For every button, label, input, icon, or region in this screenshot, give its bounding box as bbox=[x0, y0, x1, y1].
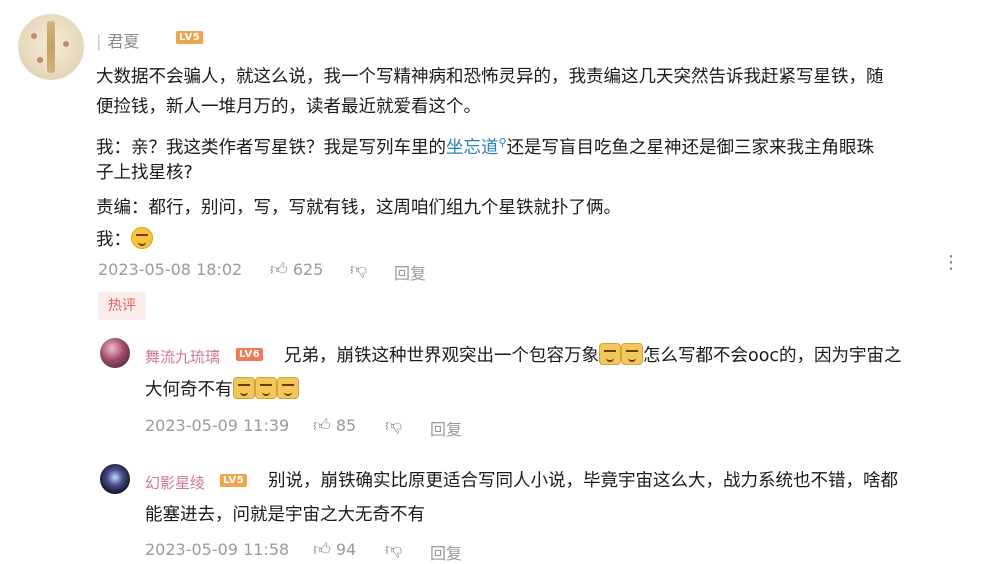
reply-line: 大何奇不有 bbox=[145, 377, 299, 402]
reply-line: 别说，崩铁确实比原更适合写同人小说，毕竟宇宙这么大，战力系统也不错，啥都 bbox=[268, 471, 898, 491]
level-badge: LV5 bbox=[220, 474, 248, 487]
more-vertical-icon[interactable]: ⋮ bbox=[942, 252, 960, 273]
comment-text: 我： bbox=[96, 230, 131, 250]
thumbs-up-icon: 👍︎ bbox=[313, 416, 331, 436]
username[interactable]: | 君夏 bbox=[96, 28, 139, 52]
comment-text: 我：亲？我这类作者写星铁？我是写列车里的 bbox=[96, 137, 446, 158]
dog-emoji-icon bbox=[599, 343, 621, 365]
dog-emoji-icon bbox=[276, 377, 299, 399]
comment-line: 责编：都行，别问，写，写就有钱，这周咱们组九个星铁就扑了俩。 bbox=[96, 198, 621, 218]
dislike-button[interactable]: 👎︎ bbox=[350, 259, 367, 280]
thumbs-up-icon: 👍︎ bbox=[270, 260, 288, 280]
timestamp: 2023-05-09 11:58 bbox=[145, 540, 290, 559]
like-button[interactable]: 👍︎ 94 bbox=[313, 539, 356, 560]
laughing-emoji-icon bbox=[131, 227, 153, 249]
reply-text: 大何奇不有 bbox=[145, 380, 233, 400]
reply-text: 兄弟，崩铁这种世界观突出一个包容万象 bbox=[284, 346, 599, 366]
comment-line: 我： bbox=[96, 227, 153, 252]
comment-line: 子上找星核? bbox=[96, 163, 193, 183]
comment-line: 便捡钱，新人一堆月万的，读者最近就爱看这个。 bbox=[96, 97, 481, 117]
username[interactable]: 幻影星绫 bbox=[145, 472, 205, 493]
avatar[interactable] bbox=[18, 14, 84, 80]
comment-text: 还是写盲目吃鱼之星神还是御三家来我主角眼珠 bbox=[506, 137, 875, 158]
divider: | bbox=[96, 32, 102, 51]
thumbs-down-icon: 👎︎ bbox=[350, 260, 368, 280]
search-link[interactable]: 坐忘道 bbox=[446, 138, 499, 158]
reply-button[interactable]: 回复 bbox=[430, 416, 462, 440]
dog-emoji-icon bbox=[621, 343, 643, 365]
level-badge: LV6 bbox=[236, 348, 264, 361]
search-icon[interactable]: ⚲ bbox=[499, 136, 507, 149]
reply-button[interactable]: 回复 bbox=[394, 260, 426, 284]
dislike-button[interactable]: 👎︎ bbox=[385, 415, 402, 436]
comment-line: 我：亲？我这类作者写星铁？我是写列车里的坐忘道⚲还是写盲目吃鱼之星神还是御三家来… bbox=[96, 131, 874, 160]
thumbs-down-icon: 👎︎ bbox=[385, 416, 403, 436]
dog-emoji-icon bbox=[254, 377, 277, 399]
comment-line: 大数据不会骗人，就这么说，我一个写精神病和恐怖灵异的，我责编这几天突然告诉我赶紧… bbox=[96, 67, 884, 87]
like-count: 94 bbox=[335, 540, 357, 559]
hot-comments-label: 热评 bbox=[98, 292, 146, 320]
username[interactable]: 舞流九琉璃 bbox=[145, 346, 220, 367]
reply-line: 兄弟，崩铁这种世界观突出一个包容万象 怎么写都不会ooc的，因为宇宙之 bbox=[284, 343, 902, 368]
timestamp: 2023-05-08 18:02 bbox=[98, 260, 243, 279]
like-button[interactable]: 👍︎ 85 bbox=[313, 415, 356, 436]
like-count: 85 bbox=[335, 416, 357, 435]
reply-line: 能塞进去，问就是宇宙之大无奇不有 bbox=[145, 505, 425, 525]
avatar[interactable] bbox=[100, 464, 130, 494]
reply-button[interactable]: 回复 bbox=[430, 540, 462, 564]
like-button[interactable]: 👍︎ 625 bbox=[270, 259, 323, 280]
thumbs-up-icon: 👍︎ bbox=[313, 540, 331, 560]
username-text[interactable]: 君夏 bbox=[107, 32, 139, 51]
like-count: 625 bbox=[292, 260, 324, 279]
avatar[interactable] bbox=[100, 338, 130, 368]
dog-emoji-icon bbox=[232, 377, 255, 399]
reply-text: 怎么写都不会ooc的，因为宇宙之 bbox=[643, 346, 902, 366]
level-badge: LV5 bbox=[176, 31, 204, 44]
thumbs-down-icon: 👎︎ bbox=[385, 540, 403, 560]
timestamp: 2023-05-09 11:39 bbox=[145, 416, 290, 435]
dislike-button[interactable]: 👎︎ bbox=[385, 539, 402, 560]
